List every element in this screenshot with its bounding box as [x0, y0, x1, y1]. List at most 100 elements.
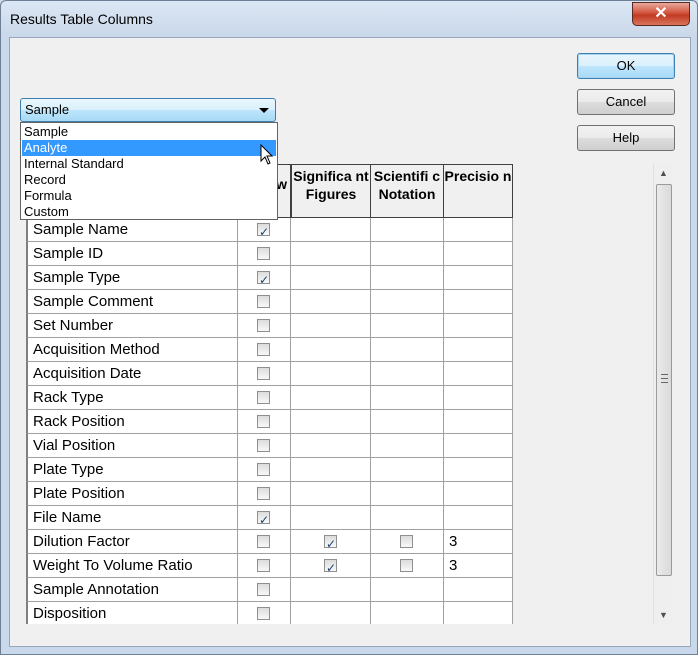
scientific-notation-checkbox[interactable] — [400, 559, 413, 572]
precision-cell[interactable] — [444, 506, 513, 530]
scroll-thumb[interactable] — [656, 184, 672, 576]
show-cell[interactable] — [238, 434, 291, 458]
show-cell[interactable] — [238, 482, 291, 506]
scientific-notation-checkbox[interactable] — [400, 535, 413, 548]
show-cell[interactable] — [238, 266, 291, 290]
show-checkbox[interactable] — [257, 607, 270, 620]
show-checkbox[interactable] — [257, 463, 270, 476]
scientific-notation-cell[interactable] — [371, 434, 444, 458]
significant-figures-cell[interactable] — [291, 362, 371, 386]
scientific-notation-cell[interactable] — [371, 314, 444, 338]
scientific-notation-cell[interactable] — [371, 578, 444, 602]
dropdown-option[interactable]: Record — [22, 172, 276, 188]
scientific-notation-cell[interactable] — [371, 482, 444, 506]
dropdown-option[interactable]: Formula — [22, 188, 276, 204]
show-cell[interactable] — [238, 530, 291, 554]
precision-cell[interactable] — [444, 458, 513, 482]
show-cell[interactable] — [238, 554, 291, 578]
significant-figures-cell[interactable] — [291, 434, 371, 458]
significant-figures-cell[interactable] — [291, 530, 371, 554]
precision-cell[interactable]: 3 — [444, 530, 513, 554]
column-type-combo[interactable]: Sample — [20, 98, 276, 122]
help-button[interactable]: Help — [577, 125, 675, 151]
dropdown-option[interactable]: Sample — [22, 124, 276, 140]
show-cell[interactable] — [238, 506, 291, 530]
scientific-notation-cell[interactable] — [371, 458, 444, 482]
scientific-notation-cell[interactable] — [371, 602, 444, 624]
scientific-notation-cell[interactable] — [371, 410, 444, 434]
scientific-notation-cell[interactable] — [371, 506, 444, 530]
show-checkbox[interactable] — [257, 509, 270, 529]
show-checkbox[interactable] — [257, 535, 270, 548]
show-checkbox[interactable] — [257, 559, 270, 572]
show-cell[interactable] — [238, 290, 291, 314]
cancel-button[interactable]: Cancel — [577, 89, 675, 115]
show-checkbox[interactable] — [257, 391, 270, 404]
significant-figures-cell[interactable] — [291, 458, 371, 482]
dropdown-option[interactable]: Internal Standard — [22, 156, 276, 172]
show-checkbox[interactable] — [257, 269, 270, 289]
show-checkbox[interactable] — [257, 583, 270, 596]
precision-cell[interactable] — [444, 434, 513, 458]
precision-cell[interactable] — [444, 290, 513, 314]
show-checkbox[interactable] — [257, 295, 270, 308]
show-cell[interactable] — [238, 386, 291, 410]
precision-cell[interactable] — [444, 410, 513, 434]
ok-button[interactable]: OK — [577, 53, 675, 79]
significant-figures-cell[interactable] — [291, 482, 371, 506]
header-precision[interactable]: Precisio n — [444, 164, 513, 218]
significant-figures-cell[interactable] — [291, 218, 371, 242]
show-checkbox[interactable] — [257, 221, 270, 241]
scientific-notation-cell[interactable] — [371, 530, 444, 554]
show-checkbox[interactable] — [257, 367, 270, 380]
show-cell[interactable] — [238, 362, 291, 386]
scientific-notation-cell[interactable] — [371, 266, 444, 290]
significant-figures-cell[interactable] — [291, 314, 371, 338]
scientific-notation-cell[interactable] — [371, 386, 444, 410]
chevron-down-icon[interactable] — [259, 108, 269, 113]
precision-cell[interactable] — [444, 314, 513, 338]
scroll-up-icon[interactable]: ▲ — [654, 164, 673, 182]
significant-figures-cell[interactable] — [291, 578, 371, 602]
scientific-notation-cell[interactable] — [371, 290, 444, 314]
precision-cell[interactable] — [444, 482, 513, 506]
precision-cell[interactable] — [444, 386, 513, 410]
show-checkbox[interactable] — [257, 343, 270, 356]
show-cell[interactable] — [238, 578, 291, 602]
significant-figures-checkbox[interactable] — [324, 533, 337, 553]
show-cell[interactable] — [238, 314, 291, 338]
precision-cell[interactable] — [444, 338, 513, 362]
show-cell[interactable] — [238, 218, 291, 242]
precision-cell[interactable]: 3 — [444, 554, 513, 578]
title-bar[interactable]: Results Table Columns ✕ — [1, 1, 697, 37]
show-cell[interactable] — [238, 458, 291, 482]
scroll-down-icon[interactable]: ▼ — [654, 606, 673, 624]
close-button[interactable]: ✕ — [632, 2, 690, 26]
scientific-notation-cell[interactable] — [371, 362, 444, 386]
show-checkbox[interactable] — [257, 487, 270, 500]
show-checkbox[interactable] — [257, 415, 270, 428]
significant-figures-cell[interactable] — [291, 602, 371, 624]
precision-cell[interactable] — [444, 362, 513, 386]
significant-figures-cell[interactable] — [291, 410, 371, 434]
scientific-notation-cell[interactable] — [371, 218, 444, 242]
show-checkbox[interactable] — [257, 319, 270, 332]
show-cell[interactable] — [238, 242, 291, 266]
precision-cell[interactable] — [444, 578, 513, 602]
significant-figures-cell[interactable] — [291, 242, 371, 266]
significant-figures-checkbox[interactable] — [324, 557, 337, 577]
dropdown-option[interactable]: Custom — [22, 204, 276, 220]
show-cell[interactable] — [238, 338, 291, 362]
significant-figures-cell[interactable] — [291, 554, 371, 578]
significant-figures-cell[interactable] — [291, 506, 371, 530]
scientific-notation-cell[interactable] — [371, 242, 444, 266]
significant-figures-cell[interactable] — [291, 290, 371, 314]
dropdown-option[interactable]: Analyte — [22, 140, 276, 156]
show-cell[interactable] — [238, 602, 291, 624]
significant-figures-cell[interactable] — [291, 386, 371, 410]
show-cell[interactable] — [238, 410, 291, 434]
precision-cell[interactable] — [444, 242, 513, 266]
scientific-notation-cell[interactable] — [371, 338, 444, 362]
header-scientific-notation[interactable]: Scientifi c Notation — [371, 164, 444, 218]
header-significant-figures[interactable]: Significa nt Figures — [291, 164, 371, 218]
